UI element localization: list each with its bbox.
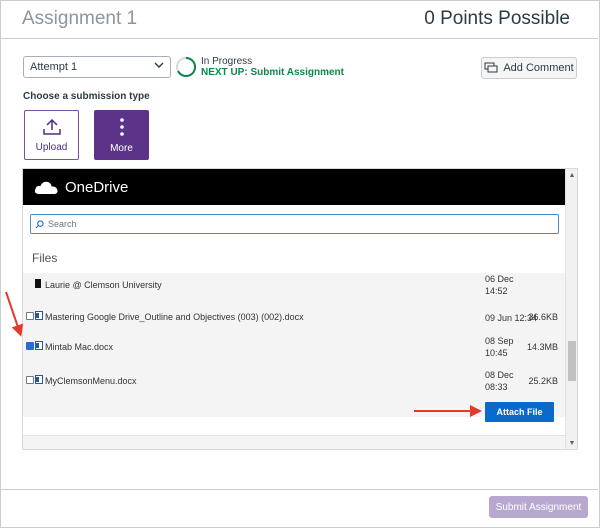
file-name: Mastering Google Drive_Outline and Objec…	[45, 312, 304, 322]
search-icon	[35, 219, 44, 228]
onedrive-cloud-icon	[34, 181, 58, 194]
file-checkbox[interactable]	[26, 376, 34, 384]
attach-file-button[interactable]: Attach File	[485, 402, 554, 422]
onedrive-brand: OneDrive	[65, 178, 129, 196]
scroll-down-icon[interactable]: ▼	[568, 440, 576, 448]
page-title: Assignment 1	[22, 8, 138, 29]
attempt-select-value: Attempt 1	[30, 61, 78, 73]
folder-icon	[35, 279, 41, 288]
file-row-laurie[interactable]: Laurie @ Clemson University 06 Dec 14:52	[23, 273, 566, 303]
upload-label: Upload	[35, 141, 68, 153]
onedrive-panel: OneDrive Search Files Laurie @ Clemson U…	[22, 168, 578, 450]
add-comment-label: Add Comment	[503, 62, 574, 74]
more-vertical-icon	[119, 117, 124, 136]
upload-button[interactable]: Upload	[24, 110, 79, 160]
file-name: MyClemsonMenu.docx	[45, 376, 137, 386]
word-doc-icon	[35, 311, 43, 320]
panel-footer	[23, 435, 566, 449]
more-label: More	[110, 142, 133, 154]
file-name: Mintab Mac.docx	[45, 342, 114, 352]
next-up-text: NEXT UP: Submit Assignment	[201, 67, 344, 78]
file-row-mastering-google-drive[interactable]: Mastering Google Drive_Outline and Objec…	[23, 305, 566, 335]
file-size: 25.2KB	[528, 376, 558, 386]
attempt-select[interactable]: Attempt 1	[23, 56, 171, 78]
scroll-thumb[interactable]	[568, 341, 576, 381]
file-size: 14.3MB	[526, 342, 558, 352]
panel-scrollbar[interactable]: ▲ ▼	[565, 169, 577, 449]
file-date: 08 Dec 08:33	[485, 370, 514, 392]
files-heading: Files	[32, 251, 58, 265]
comment-icon	[484, 62, 498, 73]
onedrive-search-input[interactable]: Search	[30, 214, 559, 234]
points-possible: 0 Points Possible	[424, 8, 570, 29]
more-button[interactable]: More	[94, 110, 149, 160]
progress-ring-icon	[176, 56, 197, 77]
file-size: 36.6KB	[528, 312, 558, 322]
file-checkbox[interactable]	[26, 312, 34, 320]
file-row-myclemsonmenu[interactable]: MyClemsonMenu.docx 08 Dec 08:33 25.2KB	[23, 367, 566, 397]
chevron-down-icon	[154, 62, 164, 68]
onedrive-header: OneDrive	[23, 169, 566, 205]
file-date: 06 Dec 14:52	[485, 274, 514, 296]
file-checkbox-checked[interactable]	[26, 342, 34, 350]
upload-icon	[42, 118, 61, 135]
scroll-up-icon[interactable]: ▲	[568, 172, 576, 180]
add-comment-button[interactable]: Add Comment	[481, 57, 577, 79]
word-doc-icon	[35, 341, 43, 350]
footer-divider	[0, 489, 598, 490]
file-row-mintab-mac[interactable]: Mintab Mac.docx 08 Sep 10:45 14.3MB	[23, 333, 566, 363]
word-doc-icon	[35, 375, 43, 384]
search-placeholder: Search	[48, 219, 77, 229]
file-date: 08 Sep 10:45	[485, 336, 514, 358]
submit-assignment-button[interactable]: Submit Assignment	[489, 496, 588, 518]
status-text: In Progress	[201, 56, 253, 67]
submission-type-label: Choose a submission type	[23, 91, 150, 102]
header-divider	[0, 38, 598, 39]
file-name: Laurie @ Clemson University	[45, 280, 162, 290]
